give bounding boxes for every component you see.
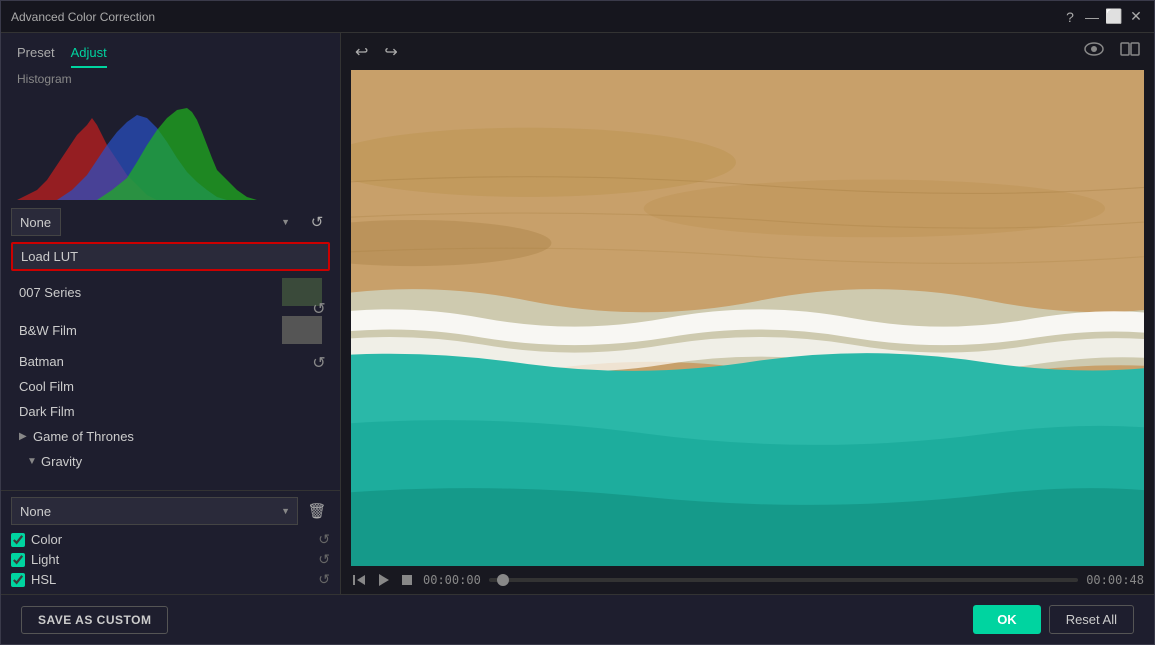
preset-item-007-series[interactable]: 007 Series <box>11 273 330 311</box>
expand-arrow-icon: ▶ <box>19 431 29 442</box>
preset-item-cool-film[interactable]: Cool Film <box>11 374 330 399</box>
list-side-controls: ↺ ↺ <box>306 296 332 376</box>
preset-list-container: ↺ ↺ Load LUT 007 Series B&W Fil <box>1 236 340 490</box>
trash-button[interactable]: 🗑 <box>304 498 330 524</box>
preset-item-label: Cool Film <box>19 379 322 394</box>
preset-selector: None ↺ <box>11 208 330 236</box>
adj-reset-light[interactable]: ↺ <box>318 551 330 568</box>
preset-item-label: Batman <box>19 354 322 369</box>
histogram-canvas <box>17 90 297 200</box>
adj-label-light: Light <box>31 552 312 567</box>
stop-icon <box>399 572 415 588</box>
bottom-section: None 🗑 Color ↺ Light ↺ <box>1 490 340 594</box>
step-back-button[interactable] <box>351 572 367 588</box>
reset-all-button[interactable]: Reset All <box>1049 605 1134 634</box>
tab-preset[interactable]: Preset <box>17 41 55 68</box>
main-content: Preset Adjust Histogram <box>1 33 1154 594</box>
play-icon <box>375 572 391 588</box>
window-controls: ? — ⬜ ✕ <box>1062 9 1144 25</box>
expand-arrow-down-icon: ▼ <box>27 456 37 467</box>
adj-checkbox-light[interactable] <box>11 553 25 567</box>
maximize-button[interactable]: ⬜ <box>1106 9 1122 25</box>
title-bar: Advanced Color Correction ? — ⬜ ✕ <box>1 1 1154 33</box>
time-total: 00:00:48 <box>1086 573 1144 587</box>
histogram-section: Histogram <box>1 68 340 204</box>
undo-button[interactable]: ↩ <box>351 40 372 64</box>
preset-dropdown[interactable]: None <box>11 208 61 236</box>
adj-label-color: Color <box>31 532 312 547</box>
help-button[interactable]: ? <box>1062 9 1078 25</box>
preset-item-load-lut[interactable]: Load LUT <box>11 242 330 271</box>
preset-reset-button[interactable]: ↺ <box>304 209 330 235</box>
ok-button[interactable]: OK <box>973 605 1041 634</box>
adj-label-hsl: HSL <box>31 572 312 587</box>
adj-item-light: Light ↺ <box>11 551 330 568</box>
bottom-right-buttons: OK Reset All <box>973 605 1134 634</box>
beach-svg <box>351 70 1144 566</box>
adj-item-color: Color ↺ <box>11 531 330 548</box>
preset-item-label: Gravity <box>41 454 82 469</box>
compare-button[interactable] <box>1116 39 1144 64</box>
adjustment-items: Color ↺ Light ↺ HSL ↺ <box>11 531 330 588</box>
stop-button[interactable] <box>399 572 415 588</box>
left-panel: Preset Adjust Histogram <box>1 33 341 594</box>
step-back-icon <box>351 572 367 588</box>
histogram-label: Histogram <box>17 72 324 86</box>
adj-item-hsl: HSL ↺ <box>11 571 330 588</box>
tab-adjust[interactable]: Adjust <box>71 41 107 68</box>
preset-selector-area: None ↺ <box>1 204 340 236</box>
eye-button[interactable] <box>1080 40 1108 63</box>
compare-icon <box>1120 41 1140 57</box>
none-select-wrapper: None <box>11 497 298 525</box>
adj-reset-color[interactable]: ↺ <box>318 531 330 548</box>
video-preview <box>351 70 1144 566</box>
video-toolbar-top: ↩ ↪ <box>341 33 1154 70</box>
preset-item-label: Load LUT <box>21 249 320 264</box>
window-title: Advanced Color Correction <box>11 10 1062 24</box>
eye-icon <box>1084 42 1104 56</box>
minimize-button[interactable]: — <box>1084 9 1100 25</box>
preset-item-batman[interactable]: Batman <box>11 349 330 374</box>
preset-item-bw-film[interactable]: B&W Film <box>11 311 330 349</box>
preset-item-label: B&W Film <box>19 323 276 338</box>
none-select[interactable]: None <box>11 497 298 525</box>
time-current: 00:00:00 <box>423 573 481 587</box>
preset-item-label: 007 Series <box>19 285 276 300</box>
adj-checkbox-color[interactable] <box>11 533 25 547</box>
progress-bar[interactable] <box>489 578 1078 582</box>
preset-item-label: Game of Thrones <box>33 429 134 444</box>
close-button[interactable]: ✕ <box>1128 9 1144 25</box>
preset-item-dark-film[interactable]: Dark Film <box>11 399 330 424</box>
preset-dropdown-wrapper: None <box>11 208 298 236</box>
preset-item-label: Dark Film <box>19 404 322 419</box>
preset-item-gravity[interactable]: ▼ Gravity <box>11 449 330 474</box>
main-window: Advanced Color Correction ? — ⬜ ✕ Preset… <box>0 0 1155 645</box>
video-controls: 00:00:00 00:00:48 <box>341 566 1154 594</box>
play-button[interactable] <box>375 572 391 588</box>
side-reset-button-1[interactable]: ↺ <box>306 296 332 322</box>
right-panel: ↩ ↪ <box>341 33 1154 594</box>
none-selector-row: None 🗑 <box>11 497 330 525</box>
preset-item-game-of-thrones[interactable]: ▶ Game of Thrones <box>11 424 330 449</box>
side-reset-button-2[interactable]: ↺ <box>306 350 332 376</box>
adj-reset-hsl[interactable]: ↺ <box>318 571 330 588</box>
progress-knob[interactable] <box>497 574 509 586</box>
preset-list: Load LUT 007 Series B&W Film Batman <box>1 240 340 486</box>
bottom-action-bar: SAVE AS CUSTOM OK Reset All <box>1 594 1154 644</box>
histogram-svg <box>17 90 297 200</box>
adj-checkbox-hsl[interactable] <box>11 573 25 587</box>
save-as-custom-button[interactable]: SAVE AS CUSTOM <box>21 606 168 634</box>
tab-bar: Preset Adjust <box>1 33 340 68</box>
redo-button[interactable]: ↪ <box>380 40 401 64</box>
